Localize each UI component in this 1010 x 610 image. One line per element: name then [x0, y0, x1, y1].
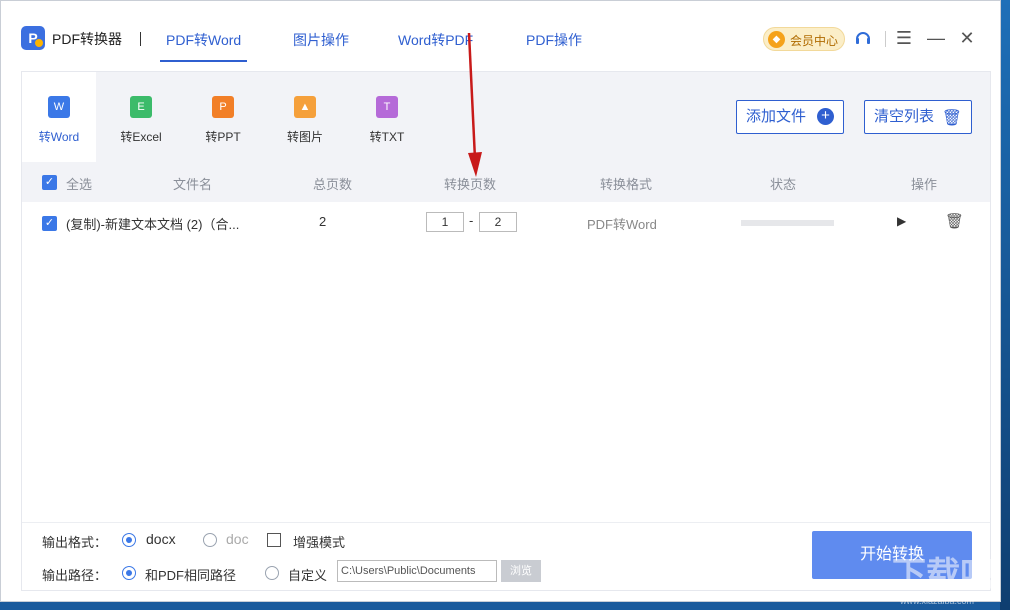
tool-label: 转图片 [268, 128, 342, 145]
headset-support-icon[interactable] [853, 28, 873, 48]
header-format: 转换格式 [600, 174, 652, 193]
vip-center-button[interactable]: ◆ 会员中心 [763, 27, 845, 51]
desktop-background [1000, 0, 1010, 610]
enhanced-mode-checkbox[interactable] [267, 533, 281, 547]
tool-to-word[interactable]: W 转Word [22, 72, 96, 162]
tool-to-txt[interactable]: T 转TXT [350, 72, 424, 162]
header-select-all: 全选 [66, 174, 92, 193]
format-doc-label: doc [226, 531, 249, 547]
header-actions: 操作 [911, 174, 937, 193]
app-logo-icon: P [21, 26, 45, 50]
conversion-progress-bar [741, 220, 834, 226]
toolbar-separator [885, 31, 886, 47]
play-icon[interactable]: ▶ [897, 214, 906, 228]
output-format-label: 输出格式： [42, 532, 107, 551]
format-doc-radio[interactable] [203, 533, 217, 547]
plus-circle-icon: + [817, 108, 834, 125]
menu-icon[interactable]: ☰ [893, 27, 915, 49]
txt-file-icon: T [376, 96, 398, 118]
output-path-label: 输出路径： [42, 565, 107, 584]
vip-center-label: 会员中心 [790, 32, 838, 49]
trash-icon: 🗑 [942, 103, 962, 135]
row-filename: (复制)-新建文本文档 (2)（合... [66, 214, 239, 233]
watermark-logo: 下载吧 [892, 547, 994, 596]
clear-list-label: 清空列表 [874, 108, 934, 125]
tab-word-to-pdf[interactable]: Word转PDF [398, 30, 473, 50]
custom-path-radio[interactable] [265, 566, 279, 580]
header-status: 状态 [770, 174, 796, 193]
format-docx-radio[interactable] [122, 533, 136, 547]
conversion-toolbar: W 转Word E 转Excel P 转PPT ▲ 转图片 T 转TXT 添加文… [22, 72, 990, 162]
app-window: P PDF转换器 PDF转Word 图片操作 Word转PDF PDF操作 ◆ … [0, 0, 1001, 602]
tool-label: 转TXT [350, 128, 424, 145]
word-file-icon: W [48, 96, 70, 118]
diamond-icon: ◆ [768, 31, 785, 48]
page-from-input[interactable]: 1 [426, 212, 464, 232]
table-header: ✓ 全选 文件名 总页数 转换页数 转换格式 状态 操作 [22, 162, 990, 202]
page-range-separator: - [469, 213, 473, 228]
options-footer: 输出格式： docx doc 增强模式 输出路径： 和PDF相同路径 自定义 C… [22, 523, 990, 590]
title-separator [140, 32, 141, 46]
select-all-checkbox[interactable]: ✓ [42, 175, 57, 190]
close-icon[interactable]: ✕ [956, 27, 978, 49]
app-title: PDF转换器 [52, 29, 122, 49]
tool-to-excel[interactable]: E 转Excel [104, 72, 178, 162]
watermark-url: www.xiazaiba.com [900, 596, 974, 606]
tab-image-operations[interactable]: 图片操作 [293, 30, 349, 50]
row-total-pages: 2 [319, 214, 326, 229]
output-path-input[interactable]: C:\Users\Public\Documents [337, 560, 497, 582]
browse-button[interactable]: 浏览 [501, 560, 541, 582]
tab-pdf-to-word[interactable]: PDF转Word [166, 30, 241, 50]
header-total-pages: 总页数 [313, 174, 352, 193]
trash-icon[interactable]: 🗑 [945, 212, 964, 230]
image-file-icon: ▲ [294, 96, 316, 118]
minimize-icon[interactable]: — [925, 27, 947, 49]
enhanced-mode-label: 增强模式 [293, 532, 345, 551]
tab-pdf-operations[interactable]: PDF操作 [526, 30, 582, 50]
add-file-button[interactable]: 添加文件 + [736, 100, 844, 134]
row-checkbox[interactable]: ✓ [42, 216, 57, 231]
same-path-radio[interactable] [122, 566, 136, 580]
format-docx-label: docx [146, 531, 176, 547]
row-format: PDF转Word [587, 214, 657, 233]
annotation-arrow [463, 31, 485, 179]
tool-to-ppt[interactable]: P 转PPT [186, 72, 260, 162]
tool-label: 转Excel [104, 128, 178, 145]
same-path-label: 和PDF相同路径 [145, 565, 236, 584]
header-filename: 文件名 [173, 174, 212, 193]
tool-to-image[interactable]: ▲ 转图片 [268, 72, 342, 162]
excel-file-icon: E [130, 96, 152, 118]
tool-label: 转PPT [186, 128, 260, 145]
clear-list-button[interactable]: 清空列表 🗑 [864, 100, 972, 134]
page-to-input[interactable]: 2 [479, 212, 517, 232]
custom-path-label: 自定义 [288, 565, 327, 584]
table-row: ✓ (复制)-新建文本文档 (2)（合... 2 1 - 2 PDF转Word … [22, 202, 990, 244]
main-panel: W 转Word E 转Excel P 转PPT ▲ 转图片 T 转TXT 添加文… [21, 71, 991, 591]
title-bar: P PDF转换器 PDF转Word 图片操作 Word转PDF PDF操作 ◆ … [1, 1, 1000, 71]
tool-label: 转Word [22, 128, 96, 145]
ppt-file-icon: P [212, 96, 234, 118]
add-file-label: 添加文件 [746, 108, 806, 125]
